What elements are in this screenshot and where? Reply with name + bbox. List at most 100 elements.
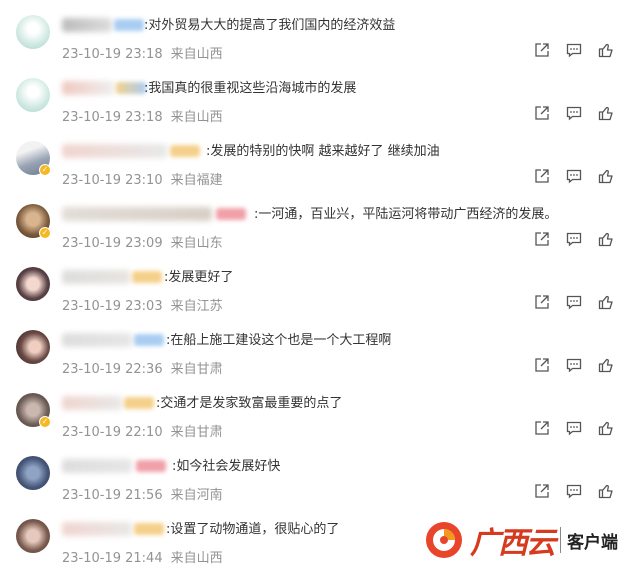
comment-item: :如今社会发展好快 23-10-19 21:56 来自河南 xyxy=(0,451,632,514)
share-icon xyxy=(535,421,549,435)
comment-text: :如今社会发展好快 xyxy=(172,459,281,474)
comment-location: 来自甘肃 xyxy=(170,425,223,440)
username-blurred[interactable] xyxy=(62,522,132,536)
like-button[interactable] xyxy=(590,103,622,123)
share-icon xyxy=(535,295,549,309)
comment-date: 23-10-19 23:18 xyxy=(62,110,163,125)
comment-actions xyxy=(526,103,622,123)
like-button[interactable] xyxy=(590,355,622,375)
comment-button[interactable] xyxy=(558,355,590,375)
like-button[interactable] xyxy=(590,481,622,501)
comment-date: 23-10-19 22:36 xyxy=(62,362,163,377)
like-button[interactable] xyxy=(590,418,622,438)
comment-date: 23-10-19 23:03 xyxy=(62,299,163,314)
like-icon xyxy=(598,295,613,310)
brand-client-label: 客户端 xyxy=(567,532,618,553)
comment-meta: 23-10-19 23:18 来自山西 xyxy=(62,106,223,125)
comment-text: :我国真的很重视这些沿海城市的发展 xyxy=(144,81,357,96)
like-button[interactable] xyxy=(590,292,622,312)
comment-meta: 23-10-19 23:18 来自山西 xyxy=(62,43,223,62)
comment-item: :对外贸易大大的提高了我们国内的经济效益 23-10-19 23:18 来自山西 xyxy=(0,10,632,73)
comment-text: :一河通，百业兴，平陆运河将带动广西经济的发展。 xyxy=(254,207,558,222)
comment-item: :发展更好了 23-10-19 23:03 来自江苏 xyxy=(0,262,632,325)
comment-icon xyxy=(566,358,582,373)
like-icon xyxy=(598,484,613,499)
username-blurred[interactable] xyxy=(62,18,112,32)
share-icon xyxy=(535,169,549,183)
like-button[interactable] xyxy=(590,40,622,60)
comment-actions xyxy=(526,481,622,501)
like-icon xyxy=(598,358,613,373)
avatar[interactable] xyxy=(16,519,50,553)
level-badge-blurred xyxy=(216,208,246,220)
comment-button[interactable] xyxy=(558,481,590,501)
share-button[interactable] xyxy=(526,355,558,375)
level-badge-blurred xyxy=(132,271,162,283)
comment-actions xyxy=(526,292,622,312)
level-badge-blurred xyxy=(124,397,154,409)
avatar[interactable] xyxy=(16,330,50,364)
comment-item: :我国真的很重视这些沿海城市的发展 23-10-19 23:18 来自山西 xyxy=(0,73,632,136)
like-button[interactable] xyxy=(590,166,622,186)
comment-text: :在船上施工建设这个也是一个大工程啊 xyxy=(166,333,392,348)
comment-location: 来自河南 xyxy=(170,488,223,503)
comment-meta: 23-10-19 22:36 来自甘肃 xyxy=(62,358,223,377)
level-badge-blurred xyxy=(134,334,164,346)
username-blurred[interactable] xyxy=(62,81,114,95)
username-blurred[interactable] xyxy=(62,459,132,473)
avatar[interactable] xyxy=(16,15,50,49)
level-badge-blurred xyxy=(170,145,200,157)
level-badge-blurred xyxy=(134,523,164,535)
comment-button[interactable] xyxy=(558,166,590,186)
avatar[interactable] xyxy=(16,267,50,301)
share-button[interactable] xyxy=(526,40,558,60)
comment-meta: 23-10-19 21:56 来自河南 xyxy=(62,484,223,503)
share-icon xyxy=(535,106,549,120)
comment-button[interactable] xyxy=(558,40,590,60)
share-icon xyxy=(535,232,549,246)
comment-date: 23-10-19 23:10 xyxy=(62,173,163,188)
like-button[interactable] xyxy=(590,229,622,249)
share-button[interactable] xyxy=(526,292,558,312)
comment-text: :交通才是发家致富最重要的点了 xyxy=(156,396,343,411)
comment-button[interactable] xyxy=(558,418,590,438)
share-button[interactable] xyxy=(526,481,558,501)
share-button[interactable] xyxy=(526,103,558,123)
comment-icon xyxy=(566,484,582,499)
username-blurred[interactable] xyxy=(62,333,132,347)
comment-icon xyxy=(566,106,582,121)
comment-date: 23-10-19 21:44 xyxy=(62,551,163,566)
username-blurred[interactable] xyxy=(62,396,122,410)
comment-actions xyxy=(526,40,622,60)
comment-location: 来自江苏 xyxy=(170,299,223,314)
username-blurred[interactable] xyxy=(62,207,212,221)
comment-location: 来自甘肃 xyxy=(170,362,223,377)
comment-text: :发展更好了 xyxy=(164,270,234,285)
avatar[interactable] xyxy=(16,78,50,112)
like-icon xyxy=(598,43,613,58)
share-button[interactable] xyxy=(526,418,558,438)
level-badge-blurred xyxy=(136,460,166,472)
comment-item: ✓ :一河通，百业兴，平陆运河将带动广西经济的发展。 23-10-19 23:0… xyxy=(0,199,632,262)
username-blurred[interactable] xyxy=(62,270,130,284)
brand-name: 广西云 xyxy=(470,526,556,561)
comment-date: 23-10-19 21:56 xyxy=(62,488,163,503)
verified-badge-icon: ✓ xyxy=(39,164,51,176)
brand-separator xyxy=(560,527,561,553)
share-button[interactable] xyxy=(526,166,558,186)
share-button[interactable] xyxy=(526,229,558,249)
like-icon xyxy=(598,232,613,247)
comment-location: 来自山西 xyxy=(170,47,223,62)
verified-badge-icon: ✓ xyxy=(39,227,51,239)
avatar[interactable] xyxy=(16,456,50,490)
comment-icon xyxy=(566,421,582,436)
comment-button[interactable] xyxy=(558,229,590,249)
comment-button[interactable] xyxy=(558,292,590,312)
comment-location: 来自山东 xyxy=(170,236,223,251)
username-blurred[interactable] xyxy=(62,144,167,158)
like-icon xyxy=(598,169,613,184)
comment-item: :在船上施工建设这个也是一个大工程啊 23-10-19 22:36 来自甘肃 xyxy=(0,325,632,388)
comment-text: :发展的特别的快啊 越来越好了 继续加油 xyxy=(206,144,440,159)
comment-actions xyxy=(526,166,622,186)
comment-button[interactable] xyxy=(558,103,590,123)
